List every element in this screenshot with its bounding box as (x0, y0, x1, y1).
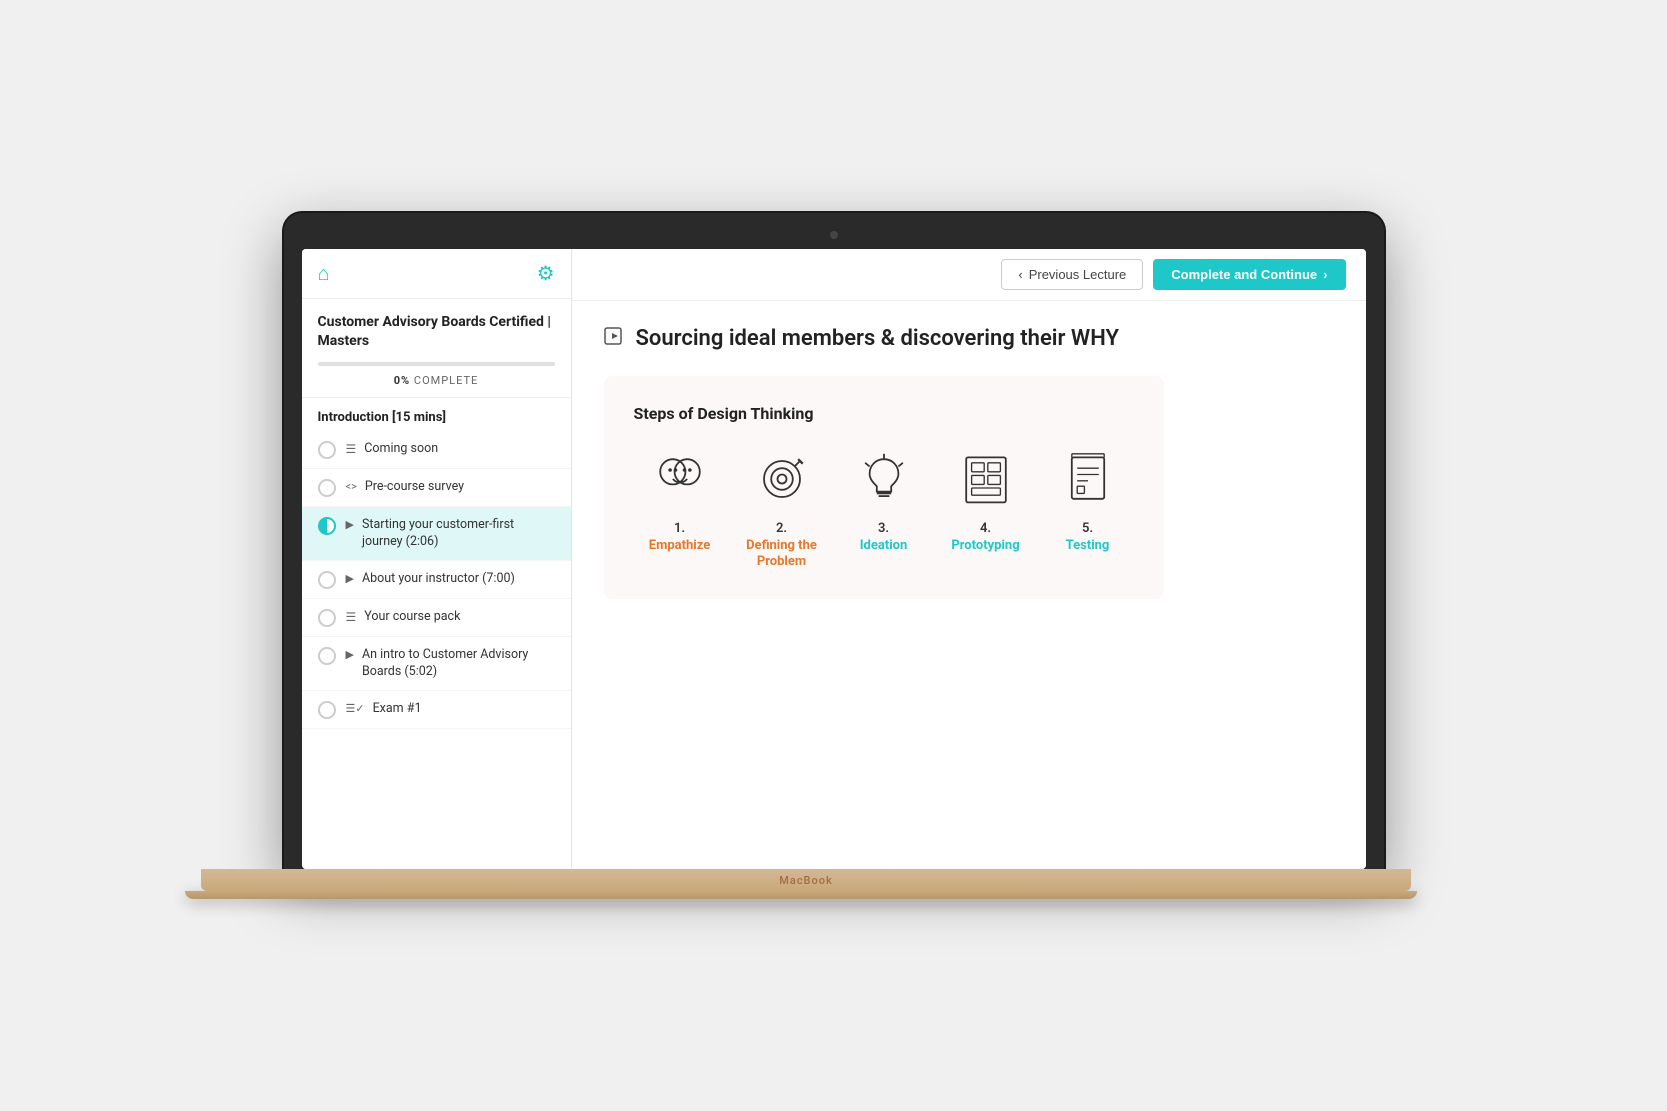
next-arrow-icon: › (1323, 267, 1327, 282)
step-2-number: 2. (776, 521, 787, 536)
defining-icon-container (750, 447, 814, 511)
step-5-label: Testing (1066, 538, 1110, 555)
item-circle-7 (318, 701, 336, 719)
step-2-label: Defining the Problem (736, 538, 828, 572)
lecture-title-text: Sourcing ideal members & discovering the… (636, 326, 1120, 351)
item-text-1: Coming soon (364, 440, 438, 458)
ideation-icon-container (852, 447, 916, 511)
home-icon[interactable]: ⌂ (318, 261, 330, 286)
item-row-5: ☰ Your course pack (346, 608, 461, 626)
step-item-2: 2. Defining the Problem (736, 447, 828, 572)
prototyping-icon-container (954, 447, 1018, 511)
item-row-1: ☰ Coming soon (346, 440, 439, 458)
item-row-2: <> Pre-course survey (346, 478, 465, 496)
step-5-number: 5. (1082, 521, 1093, 536)
course-title: Customer Advisory Boards Certified | Mas… (318, 313, 555, 352)
step-item-4: 4. Prototyping (940, 447, 1032, 555)
laptop-foot (185, 891, 1417, 899)
progress-label: 0% COMPLETE (318, 374, 555, 387)
step-3-label: Ideation (860, 538, 908, 555)
item-row-3: ▶ Starting your customer-first journey (… (346, 516, 555, 551)
curriculum-item-2[interactable]: <> Pre-course survey (302, 469, 571, 507)
video-icon-6: ▶ (346, 648, 354, 661)
step-4-number: 4. (980, 521, 991, 536)
curriculum-item-4[interactable]: ▶ About your instructor (7:00) (302, 561, 571, 599)
curriculum-item-1[interactable]: ☰ Coming soon (302, 431, 571, 469)
settings-icon[interactable]: ⚙ (537, 261, 555, 285)
progress-bar-container (318, 362, 555, 366)
item-text-5: Your course pack (364, 608, 460, 626)
step-item-1: 1. Empathize (634, 447, 726, 555)
complete-button-label: Complete and Continue (1171, 267, 1317, 282)
item-circle-2 (318, 479, 336, 497)
progress-complete-text: COMPLETE (414, 374, 478, 387)
testing-icon-container (1056, 447, 1120, 511)
top-bar: ‹ Previous Lecture Complete and Continue… (572, 249, 1366, 301)
exam-icon-7: ☰✓ (346, 702, 365, 715)
item-circle-4 (318, 571, 336, 589)
item-text-6: An intro to Customer Advisory Boards (5:… (362, 646, 555, 681)
step-4-label: Prototyping (951, 538, 1019, 555)
step-1-number: 1. (674, 521, 685, 536)
item-circle-3 (318, 517, 336, 535)
step-1-label: Empathize (649, 538, 711, 555)
item-row-7: ☰✓ Exam #1 (346, 700, 422, 718)
prev-button-label: Previous Lecture (1029, 267, 1127, 282)
design-thinking-box: Steps of Design Thinking (604, 376, 1164, 600)
lecture-title-row: Sourcing ideal members & discovering the… (604, 325, 1334, 352)
laptop-wrapper: ⌂ ⚙ Customer Advisory Boards Certified |… (284, 213, 1384, 899)
curriculum-list: ☰ Coming soon <> Pre-course survey (302, 431, 571, 869)
item-text-2: Pre-course survey (365, 478, 464, 496)
step-item-5: 5. Testing (1042, 447, 1134, 555)
sidebar-nav: ⌂ ⚙ (318, 261, 555, 286)
sidebar-header: ⌂ ⚙ (302, 249, 571, 299)
item-row-4: ▶ About your instructor (7:00) (346, 570, 515, 588)
sidebar: ⌂ ⚙ Customer Advisory Boards Certified |… (302, 249, 572, 869)
item-circle-6 (318, 647, 336, 665)
lecture-video-icon (604, 325, 626, 352)
laptop-screen: ⌂ ⚙ Customer Advisory Boards Certified |… (302, 249, 1366, 869)
item-text-4: About your instructor (7:00) (362, 570, 515, 588)
steps-row: 1. Empathize (634, 447, 1134, 572)
curriculum-item-3[interactable]: ▶ Starting your customer-first journey (… (302, 507, 571, 561)
item-circle-5 (318, 609, 336, 627)
video-icon-4: ▶ (346, 572, 354, 585)
laptop-bezel: ⌂ ⚙ Customer Advisory Boards Certified |… (284, 213, 1384, 869)
lines-icon-1: ☰ (346, 442, 357, 456)
step-3-number: 3. (878, 521, 889, 536)
lines-icon-5: ☰ (346, 610, 357, 624)
step-item-3: 3. Ideation (838, 447, 930, 555)
dt-section-title: Steps of Design Thinking (634, 404, 1134, 423)
complete-continue-button[interactable]: Complete and Continue › (1153, 259, 1345, 290)
main-content: ‹ Previous Lecture Complete and Continue… (572, 249, 1366, 869)
code-icon-2: <> (346, 480, 357, 493)
prev-arrow-icon: ‹ (1018, 267, 1022, 282)
laptop-base (201, 869, 1411, 891)
previous-lecture-button[interactable]: ‹ Previous Lecture (1001, 259, 1143, 290)
video-icon-3: ▶ (346, 518, 354, 531)
item-row-6: ▶ An intro to Customer Advisory Boards (… (346, 646, 555, 681)
item-text-3: Starting your customer-first journey (2:… (362, 516, 555, 551)
item-text-7: Exam #1 (373, 700, 422, 718)
progress-percent: 0% (394, 374, 410, 387)
section-header: Introduction [15 mins] (302, 398, 571, 431)
laptop-camera (830, 231, 838, 239)
empathize-icon-container (648, 447, 712, 511)
content-body: Sourcing ideal members & discovering the… (572, 301, 1366, 869)
curriculum-item-7[interactable]: ☰✓ Exam #1 (302, 691, 571, 729)
item-circle-1 (318, 441, 336, 459)
curriculum-item-6[interactable]: ▶ An intro to Customer Advisory Boards (… (302, 637, 571, 691)
app-layout: ⌂ ⚙ Customer Advisory Boards Certified |… (302, 249, 1366, 869)
curriculum-item-5[interactable]: ☰ Your course pack (302, 599, 571, 637)
course-info: Customer Advisory Boards Certified | Mas… (302, 299, 571, 398)
